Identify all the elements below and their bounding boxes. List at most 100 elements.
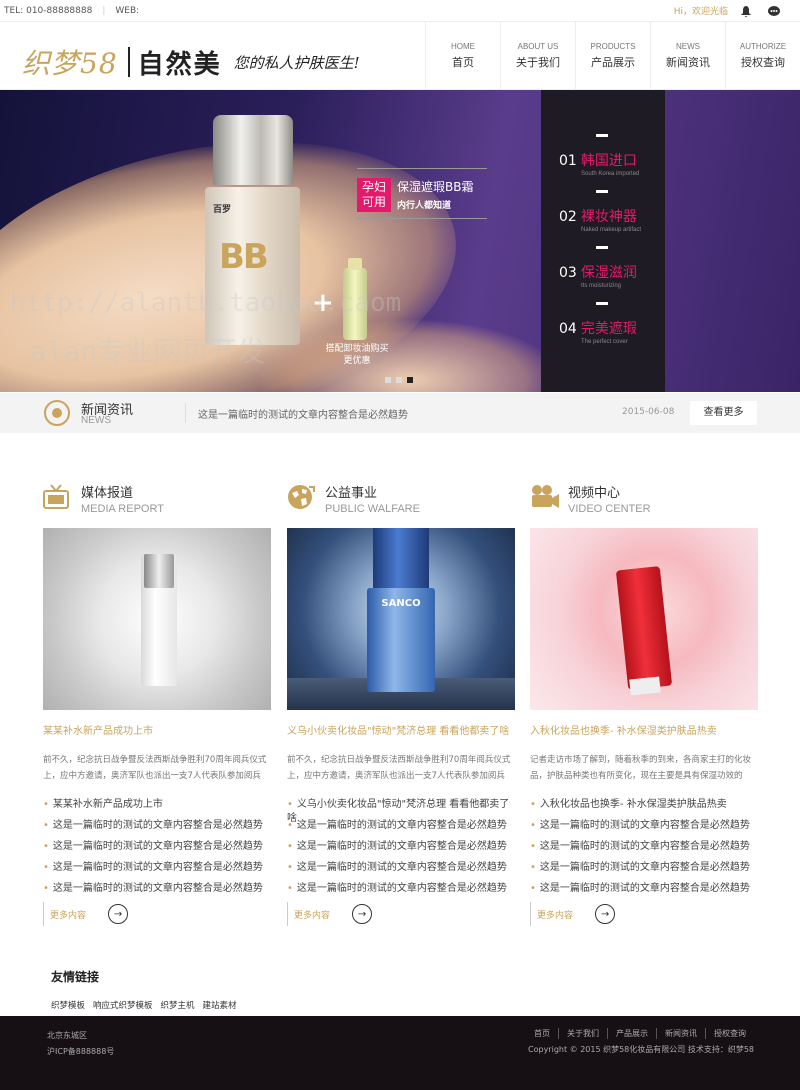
slider-dot[interactable] — [385, 377, 391, 383]
footer-icp[interactable]: 沪ICP备888888号 — [47, 1044, 114, 1060]
welcome-text: Hi，欢迎光临 — [673, 7, 728, 17]
web-text: WEB: — [115, 5, 140, 16]
list-item[interactable]: 这是一篇临时的测试的文章内容整合是必然趋势 — [530, 840, 758, 861]
friend-link[interactable]: 建站素材 — [203, 999, 237, 1011]
bell-icon[interactable] — [739, 4, 753, 18]
view-more-button[interactable]: 查看更多 — [690, 401, 757, 425]
list-item[interactable]: 这是一篇临时的测试的文章内容整合是必然趋势 — [287, 861, 515, 882]
dash-icon — [596, 302, 608, 305]
nav-item-news[interactable]: NEWS 新闻资讯 — [650, 22, 725, 90]
footer-link-products[interactable]: 产品展示 — [607, 1028, 656, 1039]
section-title: 公益事业 — [325, 486, 378, 501]
logo-slogan: 您的私人护肤医生! — [233, 53, 360, 72]
section-summary: 前不久，纪念抗日战争暨反法西斯战争胜利70周年阅兵仪式上，应中方邀请，奥济军队也… — [287, 755, 511, 781]
slider-dot-active[interactable] — [407, 377, 413, 383]
footer-address: 北京东城区 — [47, 1031, 87, 1040]
nav-item-products[interactable]: PRODUCTS 产品展示 — [575, 22, 650, 90]
nav-en: NEWS — [676, 42, 700, 51]
divider: | — [102, 5, 106, 16]
slider-dots — [385, 377, 413, 383]
section-image[interactable] — [43, 528, 271, 710]
nav-en: PRODUCTS — [590, 42, 636, 51]
feature-title: 完美遮瑕 — [580, 321, 637, 337]
slider-dot[interactable] — [396, 377, 402, 383]
news-ticker: 新闻资讯 NEWS 这是一篇临时的测试的文章内容整合是必然趋势 2015-06-… — [0, 393, 800, 433]
article-list: 义乌小伙卖化妆品"惊动"梵济总理 看看他都卖了啥 这是一篇临时的测试的文章内容整… — [287, 798, 515, 903]
list-item[interactable]: 这是一篇临时的测试的文章内容整合是必然趋势 — [287, 882, 515, 903]
dash-icon — [596, 190, 608, 193]
feature-num: 03 — [559, 265, 577, 281]
section-subtitle: VIDEO CENTER — [568, 503, 651, 515]
promo-block: 孕妇可用 保湿遮瑕BB霜 内行人都知道 — [357, 178, 473, 212]
nav-zh: 关于我们 — [516, 56, 560, 69]
feature-sub: Naked makeup artifact — [581, 227, 642, 233]
list-item[interactable]: 这是一篇临时的测试的文章内容整合是必然趋势 — [43, 840, 271, 861]
nav-zh: 产品展示 — [591, 56, 635, 69]
bb-cream-bottle: 百罗 BB — [205, 115, 300, 345]
friend-links: 友情链接 织梦模板 响应式织梦模板 织梦主机 建站素材 — [51, 968, 237, 1011]
list-item[interactable]: 入秋化妆品也换季- 补水保湿类护肤品热卖 — [530, 798, 758, 819]
list-item[interactable]: 这是一篇临时的测试的文章内容整合是必然趋势 — [43, 819, 271, 840]
footer-link-home[interactable]: 首页 — [526, 1028, 558, 1039]
nav-item-home[interactable]: HOME 首页 — [425, 22, 500, 90]
globe-icon — [287, 484, 315, 510]
section-image[interactable] — [530, 528, 758, 710]
footer-link-news[interactable]: 新闻资讯 — [656, 1028, 705, 1039]
article-list: 入秋化妆品也换季- 补水保湿类护肤品热卖 这是一篇临时的测试的文章内容整合是必然… — [530, 798, 758, 903]
tube-cap — [629, 676, 661, 696]
feature-num: 04 — [559, 321, 577, 337]
list-item[interactable]: 这是一篇临时的测试的文章内容整合是必然趋势 — [43, 882, 271, 903]
more-label: 更多内容 — [50, 910, 87, 921]
section-headline[interactable]: 某某补水新产品成功上市 — [43, 722, 153, 737]
feature-item: 04 完美遮瑕 The perfect cover — [559, 302, 637, 345]
logo-divider — [127, 47, 130, 77]
nav-en: AUTHORIZE — [739, 42, 787, 51]
list-item[interactable]: 义乌小伙卖化妆品"惊动"梵济总理 看看他都卖了啥 — [287, 798, 515, 824]
nav-item-authorize[interactable]: AUTHORIZE 授权查询 — [725, 22, 800, 90]
list-item[interactable]: 这是一篇临时的测试的文章内容整合是必然趋势 — [530, 882, 758, 903]
chat-icon[interactable] — [767, 4, 781, 18]
section-headline[interactable]: 入秋化妆品也换季- 补水保湿类护肤品热卖 — [530, 722, 717, 737]
footer: 北京东城区 沪ICP备888888号 首页 关于我们 产品展示 新闻资讯 授权查… — [0, 1016, 800, 1090]
section-image[interactable]: SANCO — [287, 528, 515, 710]
list-item[interactable]: 这是一篇临时的测试的文章内容整合是必然趋势 — [43, 861, 271, 882]
promo-subtitle: 内行人都知道 — [397, 201, 452, 211]
arrow-right-icon[interactable]: → — [108, 904, 129, 924]
section-summary: 前不久，纪念抗日战争暨反法西斯战争胜利70周年阅兵仪式上，应中方邀请，奥济军队也… — [43, 755, 267, 781]
more-link[interactable]: 更多内容 → — [287, 902, 373, 926]
more-label: 更多内容 — [294, 910, 331, 921]
nav-item-about[interactable]: ABOUT US 关于我们 — [500, 22, 575, 90]
friend-link[interactable]: 响应式织梦模板 — [93, 999, 153, 1011]
feature-sub: Its moisturizing — [581, 283, 622, 289]
list-item[interactable]: 这是一篇临时的测试的文章内容整合是必然趋势 — [287, 819, 515, 840]
more-link[interactable]: 更多内容 → — [530, 902, 616, 926]
feature-item: 02 裸妆神器 Naked makeup artifact — [559, 190, 642, 233]
section-title: 媒体报道 — [81, 486, 134, 501]
cleanser-bottle — [343, 258, 367, 340]
feature-item: 01 韩国进口 South Korea imported — [559, 134, 639, 177]
dash-icon — [596, 134, 608, 137]
divider — [357, 168, 487, 169]
divider — [185, 403, 186, 423]
bottle-cap — [213, 115, 293, 185]
friend-link[interactable]: 织梦模板 — [51, 999, 85, 1011]
list-item[interactable]: 这是一篇临时的测试的文章内容整合是必然趋势 — [530, 861, 758, 882]
footer-link-about[interactable]: 关于我们 — [558, 1028, 607, 1039]
list-item[interactable]: 这是一篇临时的测试的文章内容整合是必然趋势 — [287, 840, 515, 861]
logo[interactable]: 织梦58 自然美 您的私人护肤医生! — [22, 42, 360, 82]
feature-num: 01 — [559, 153, 577, 169]
arrow-right-icon[interactable]: → — [352, 904, 373, 924]
section-headline[interactable]: 义乌小伙卖化妆品"惊动"梵济总理 看看他都卖了啥 — [287, 722, 509, 737]
news-headline-link[interactable]: 这是一篇临时的测试的文章内容整合是必然趋势 — [198, 406, 408, 421]
arrow-right-icon[interactable]: → — [595, 904, 616, 924]
feature-title: 韩国进口 — [580, 153, 637, 169]
footer-link-authorize[interactable]: 授权查询 — [705, 1028, 754, 1039]
list-item[interactable]: 某某补水新产品成功上市 — [43, 798, 271, 819]
list-item[interactable]: 这是一篇临时的测试的文章内容整合是必然趋势 — [530, 819, 758, 840]
friend-link[interactable]: 织梦主机 — [161, 999, 195, 1011]
logo-name: 自然美 — [137, 49, 222, 80]
hero-banner[interactable]: 百罗 BB 孕妇可用 保湿遮瑕BB霜 内行人都知道 + 搭配卸妆油购买更优惠 0… — [0, 90, 800, 392]
bottle-body: 百罗 BB — [205, 187, 300, 345]
article-list: 某某补水新产品成功上市 这是一篇临时的测试的文章内容整合是必然趋势 这是一篇临时… — [43, 798, 271, 903]
more-link[interactable]: 更多内容 → — [43, 902, 129, 926]
